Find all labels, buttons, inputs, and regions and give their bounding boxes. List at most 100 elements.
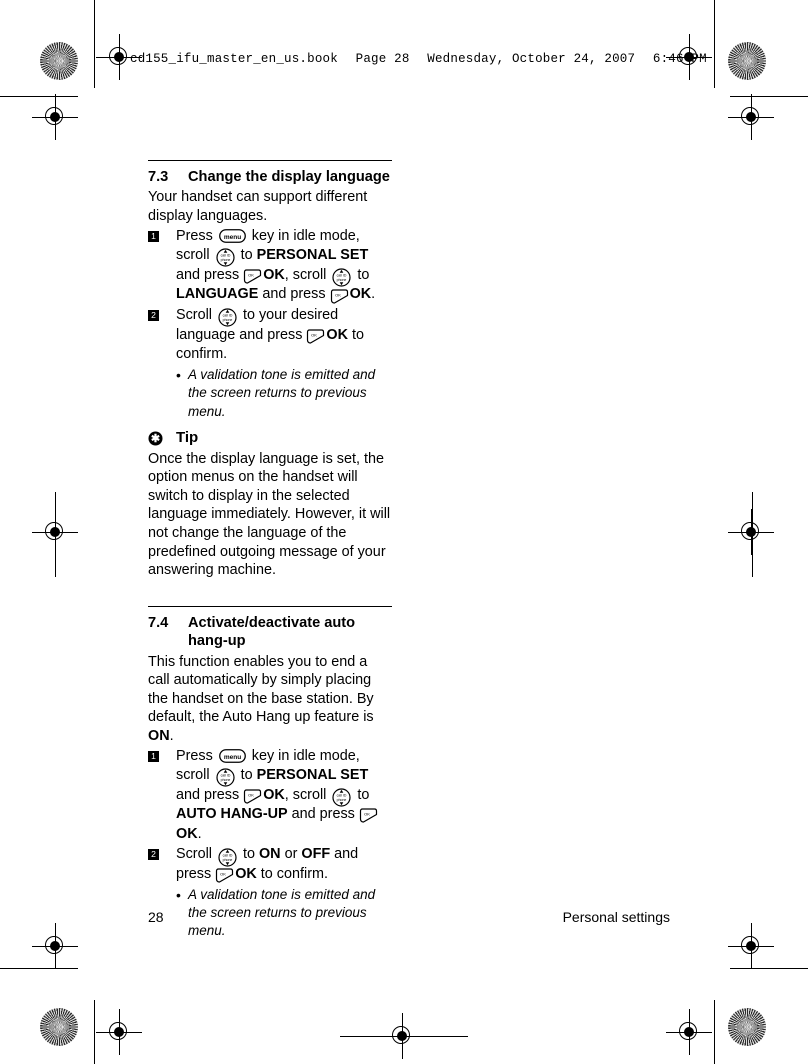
- note-text: A validation tone is emitted and the scr…: [188, 366, 376, 419]
- star-target-top-right: [728, 42, 766, 80]
- svg-text:phone: phone: [220, 258, 230, 262]
- emphasis-text: PERSONAL SET: [256, 247, 369, 264]
- body-text: or: [280, 846, 302, 863]
- step-note: • A validation tone is emitted and the sc…: [176, 366, 392, 421]
- star-target-top-left: [40, 42, 78, 80]
- body-text: Press: [176, 747, 217, 764]
- svg-text:menu: menu: [224, 234, 241, 241]
- svg-text:call ID: call ID: [337, 273, 347, 277]
- crop-line-top-horizontal-left: [0, 96, 78, 97]
- svg-text:menu: menu: [224, 753, 241, 760]
- registration-mark-upper-left: [32, 94, 78, 140]
- menu-key-icon: menu: [218, 228, 246, 243]
- registration-mark-bottom-right: [666, 1009, 712, 1055]
- step-number-marker: 2: [148, 309, 159, 321]
- body-text: to: [238, 846, 259, 863]
- registration-mark-upper-right: [728, 94, 774, 140]
- svg-text:call ID: call ID: [220, 774, 230, 778]
- step-text: Press menu key in idle mode, scroll call…: [176, 747, 392, 845]
- emphasis-text: OFF: [301, 846, 331, 863]
- step-text: Scroll call ID phone to your desired lang…: [176, 306, 392, 365]
- step-number-marker: 1: [148, 750, 159, 762]
- scroll-key-icon: call ID phone: [215, 768, 235, 787]
- crop-line-right-vertical-lower: [714, 1000, 715, 1064]
- svg-text:OK: OK: [248, 272, 254, 277]
- book-filename: cd155_ifu_master_en_us.book: [130, 52, 338, 66]
- page-content: 7.3 Change the display language Your hands…: [148, 160, 392, 941]
- ok-softkey-icon: OK: [243, 789, 262, 804]
- scroll-key-icon: call ID phone: [218, 308, 237, 327]
- svg-text:phone: phone: [223, 318, 233, 322]
- emphasis-text: OK: [263, 266, 285, 283]
- tip-heading: ✱ Tip: [148, 429, 392, 448]
- body-text: Scroll: [176, 306, 216, 323]
- book-file-header: cd155_ifu_master_en_us.book Page 28 Wedn…: [130, 52, 707, 66]
- bullet-icon: •: [176, 366, 181, 383]
- section-heading: 7.4 Activate/deactivate auto hang-up: [148, 614, 392, 651]
- tip-label: Tip: [176, 428, 199, 446]
- svg-text:call ID: call ID: [223, 314, 233, 318]
- star-target-bottom-left: [40, 1008, 78, 1046]
- body-text: to confirm.: [256, 866, 328, 883]
- manual-section: 7.4 Activate/deactivate auto hang-up This …: [148, 605, 392, 941]
- section-number: 7.4: [148, 614, 169, 631]
- manual-section: 7.3 Change the display language Your hands…: [148, 160, 392, 580]
- section-title: Activate/deactivate auto hang-up: [188, 614, 356, 650]
- crop-line-middle-right-vertical: [752, 492, 753, 577]
- footer-chapter-name: Personal settings: [562, 909, 670, 925]
- emphasis-text: LANGUAGE: [176, 286, 259, 303]
- scroll-key-icon: call ID phone: [218, 848, 237, 867]
- crop-line-top-horizontal-right: [730, 96, 808, 97]
- body-text: .: [169, 727, 174, 744]
- emphasis-text: PERSONAL SET: [256, 767, 369, 784]
- body-text: .: [371, 286, 376, 303]
- body-text: , scroll: [284, 786, 331, 803]
- body-text: , scroll: [284, 266, 331, 283]
- step-text: Scroll call ID phone to ON or OFF and pre…: [176, 845, 392, 884]
- svg-text:OK: OK: [312, 332, 318, 337]
- book-time: 6:46 PM: [652, 52, 707, 66]
- crop-line-bottom-horizontal-right: [730, 968, 808, 969]
- svg-text:OK: OK: [248, 792, 254, 797]
- section-intro: Your handset can support different displ…: [148, 189, 368, 224]
- body-text: and press: [258, 286, 330, 303]
- registration-mark-lower-left: [32, 923, 78, 969]
- page-footer: 28 Personal settings: [148, 909, 670, 925]
- book-page-label: Page 28: [355, 52, 410, 66]
- body-text: and press: [287, 806, 359, 823]
- scroll-key-icon: call ID phone: [332, 268, 351, 287]
- crop-line-left-vertical: [94, 0, 95, 88]
- crop-line-left-vertical-lower: [94, 1000, 95, 1064]
- ok-softkey-icon: OK: [359, 808, 378, 824]
- registration-mark-lower-right: [728, 923, 774, 969]
- step-number-marker: 1: [148, 230, 159, 242]
- footer-page-number: 28: [148, 909, 164, 925]
- registration-mark-bottom-left: [96, 1009, 142, 1055]
- scroll-key-icon: call ID phone: [332, 788, 351, 807]
- star-target-bottom-right: [728, 1008, 766, 1046]
- body-text: This function enables you to end a call …: [148, 653, 374, 726]
- body-text: to: [236, 767, 257, 784]
- svg-text:phone: phone: [337, 798, 347, 802]
- numbered-step: 1 Press menu key in idle mode, scroll cal…: [148, 747, 392, 845]
- ok-softkey-icon: OK: [330, 288, 349, 304]
- body-text: and press: [176, 786, 244, 803]
- registration-mark-bottom-center: [379, 1013, 425, 1059]
- emphasis-text: OK: [235, 866, 257, 883]
- body-text: and press: [176, 266, 244, 283]
- body-text: .: [197, 825, 202, 842]
- section-number: 7.3: [148, 169, 169, 185]
- body-text: to: [353, 266, 370, 283]
- svg-text:phone: phone: [220, 778, 230, 782]
- ok-softkey-icon: OK: [243, 269, 262, 284]
- crop-line-right-vertical: [714, 0, 715, 88]
- numbered-step: 2 Scroll call ID phone to ON or OFF and pr…: [148, 845, 392, 884]
- section-heading: 7.3 Change the display language: [148, 168, 392, 186]
- registration-mark-middle-right: [728, 509, 774, 555]
- section-title: Change the display language: [188, 169, 390, 185]
- bullet-icon: •: [176, 886, 181, 903]
- section-intro: This function enables you to end a call …: [148, 653, 392, 746]
- ok-softkey-icon: OK: [306, 329, 325, 344]
- menu-key-icon: menu: [218, 748, 246, 763]
- numbered-step: 2 Scroll call ID phone to your desired lan…: [148, 306, 392, 365]
